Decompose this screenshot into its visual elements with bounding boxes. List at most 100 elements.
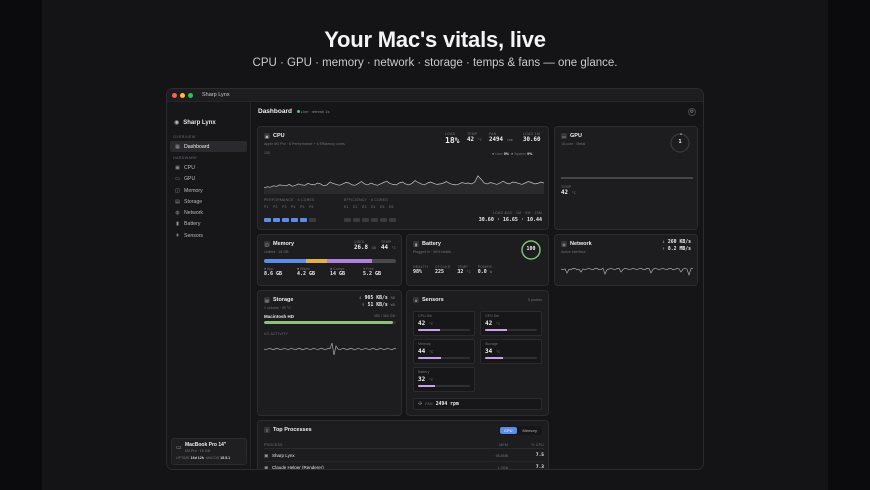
sensor-value: 44	[418, 348, 426, 355]
sensor-tile: GPU Die 42 °C	[480, 311, 542, 336]
sensor-bar-fill	[418, 357, 441, 359]
cpu-loadavg-stat: LOAD 1M 30.60	[523, 132, 540, 143]
sidebar-section-hardware: HARDWARE	[173, 156, 198, 161]
machine-spec: M3 Pro · 18 GB	[185, 449, 210, 453]
sensors-count: 5 probes	[528, 298, 542, 302]
sidebar-item-label: Dashboard	[184, 143, 210, 150]
sidebar-item-label: Network	[184, 210, 204, 217]
storage-read: ↓ 905 KB/s RD	[359, 296, 395, 301]
list-icon: ≡	[264, 427, 270, 433]
memory-icon: ◫	[264, 241, 270, 247]
core-name: P1	[264, 205, 269, 209]
legend-user-label: User	[495, 152, 503, 156]
processes-card-header: ≡ Top Processes	[264, 427, 312, 433]
sensor-label: Battery	[418, 370, 430, 374]
memory-legend-free: ● Free 5.2 GB	[363, 267, 396, 277]
sensors-card[interactable]: ǂ Sensors 5 probes CPU Die 42 °C GPU Die 42 …	[406, 290, 549, 416]
storage-history-line	[264, 342, 396, 356]
sidebar-item-gpu[interactable]: ▭ GPU	[170, 174, 247, 185]
gpu-subtitle: 18-core · Metal	[561, 142, 586, 146]
memory-legend-compressed: ● Compr. 14 GB	[330, 267, 363, 277]
uptime-value: 16d 12h	[190, 456, 204, 460]
sidebar-item-label: Memory	[184, 187, 203, 194]
live-dot-icon	[296, 110, 300, 113]
sidebar-item-label: Storage	[184, 198, 203, 205]
cpu-subtitle: Apple M3 Pro · 6 Performance + 6 Efficie…	[264, 142, 345, 146]
cpu-icon: ▣	[175, 164, 180, 171]
storage-write-value: 51 KB/s	[367, 303, 388, 308]
window-title: Sharp Lynx	[202, 92, 230, 98]
machine-name: MacBook Pro 14"	[185, 442, 227, 448]
storage-card-header: ▤ Storage	[264, 297, 293, 303]
legend-user-value: 9%	[503, 152, 509, 156]
storage-write-label: WR	[390, 303, 395, 307]
core-bar	[264, 218, 271, 222]
process-sort-toggle: CPU Memory	[499, 426, 542, 435]
memory-segment	[327, 259, 373, 263]
sidebar-brand: ◉ Sharp Lynx	[167, 102, 250, 127]
sensor-unit: °C	[428, 322, 434, 326]
sidebar-item-cpu[interactable]: ▣ CPU	[170, 162, 247, 173]
thermometer-icon: ǂ	[176, 232, 179, 239]
sidebar-item-storage[interactable]: ▤ Storage	[170, 196, 247, 207]
sidebar-item-memory[interactable]: ◫ Memory	[170, 185, 247, 196]
legend-system-value: 9%	[527, 152, 533, 156]
battery-health-stat: HEALTH 98%	[413, 265, 428, 275]
network-card-header: ◍ Network	[561, 241, 592, 247]
core-bar	[362, 218, 369, 222]
eff-core-bars	[344, 218, 396, 222]
sensor-bar-fill	[418, 385, 435, 387]
volume-usage-fill	[264, 321, 394, 324]
core-bar	[300, 218, 307, 222]
memory-used-label: USED	[354, 240, 365, 244]
gpu-temp-stat: TEMP 42 °C	[561, 185, 576, 196]
memory-icon: ◫	[175, 187, 180, 194]
cpu-fan-value: 2494	[489, 137, 503, 143]
sensor-value: 42	[418, 320, 426, 327]
sidebar-item-battery[interactable]: ▮ Battery	[170, 219, 247, 230]
settings-gear-icon[interactable]: ⚙	[688, 108, 696, 116]
read-arrow-icon: ↓	[358, 296, 362, 301]
gpu-history-chart	[561, 177, 693, 179]
sensor-bar	[418, 329, 470, 331]
storage-icon: ▤	[264, 297, 270, 303]
memory-title: Memory	[273, 241, 295, 247]
battery-icon: ▮	[413, 241, 419, 247]
processes-title: Top Processes	[273, 427, 312, 433]
download-arrow-icon: ↓	[662, 240, 665, 245]
minimize-window-button[interactable]	[180, 92, 185, 98]
page-title: Dashboard	[258, 108, 292, 115]
tab-cpu[interactable]: CPU	[500, 427, 517, 434]
tab-memory[interactable]: Memory	[519, 427, 541, 434]
table-row[interactable]: ▣ Claude Helper (Renderer) 1.3GB 7.3	[264, 464, 544, 470]
network-down: ↓ 260 KB/s	[662, 240, 691, 245]
top-processes-card[interactable]: ≡ Top Processes CPU Memory PROCESS MEM % …	[257, 420, 549, 470]
memory-card[interactable]: ◫ Memory Unified · 18 GB USED 26.8 GB TEM…	[257, 234, 402, 286]
sidebar-item-network[interactable]: ◍ Network	[170, 207, 247, 218]
network-card[interactable]: ◍ Network Active interface ↓ 260 KB/s ↑ 8…	[554, 234, 698, 286]
close-window-button[interactable]	[172, 92, 177, 98]
cpu-fan-label: FAN	[489, 132, 497, 136]
core-name: P4	[291, 205, 296, 209]
core-bar	[389, 218, 396, 222]
storage-history-chart	[264, 342, 396, 356]
thermometer-icon: ǂ	[413, 297, 419, 303]
macos-label: MACOS	[205, 456, 220, 460]
battery-card[interactable]: ▮ Battery Plugged in · 96% health 100 HEA…	[406, 234, 549, 286]
sidebar-item-sensors[interactable]: ǂ Sensors	[170, 230, 247, 241]
cpu-card[interactable]: ▣ CPU Apple M3 Pro · 6 Performance + 6 Ef…	[257, 126, 549, 230]
battery-icon: ▮	[176, 221, 179, 228]
sensor-tile: Storage 34 °C	[480, 339, 542, 364]
process-cpu: 7.3	[535, 465, 544, 470]
storage-card[interactable]: ▤ Storage 1 volume · 95 °C ↓ 905 KB/s RD …	[257, 290, 402, 416]
network-subtitle: Active interface	[561, 250, 586, 254]
cpu-history-chart	[264, 175, 544, 194]
sensor-tile: Memory 44 °C	[413, 339, 475, 364]
memory-segment	[306, 259, 328, 263]
legend-value: 8.6 GB	[264, 271, 283, 277]
sidebar-item-dashboard[interactable]: ▦ Dashboard	[170, 141, 247, 153]
network-icon: ◍	[175, 210, 180, 217]
gpu-card[interactable]: ▭ GPU 18-core · Metal 1 TEMP 42 °C	[554, 126, 698, 230]
table-row[interactable]: ▣ Sharp Lynx 96.8MB 7.5	[264, 452, 544, 462]
zoom-window-button[interactable]	[188, 92, 193, 98]
